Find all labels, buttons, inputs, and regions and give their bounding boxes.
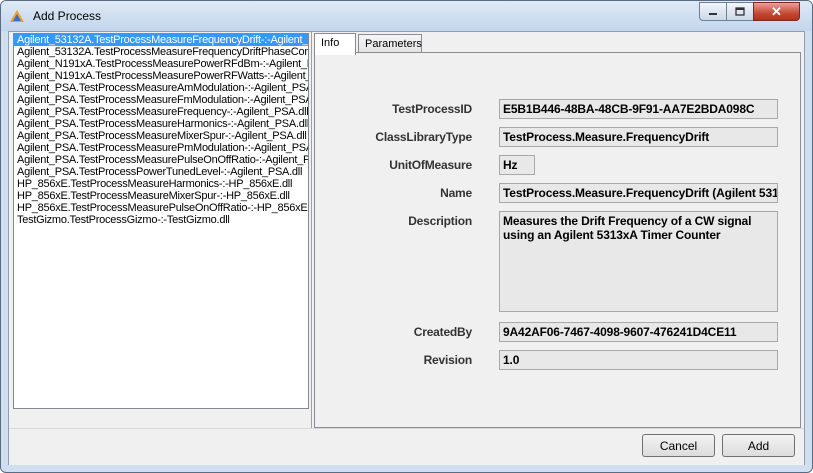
- description-label: Description: [408, 214, 472, 228]
- revision-label: Revision: [423, 353, 473, 367]
- list-item[interactable]: Agilent_PSA.TestProcessPowerTunedLevel-:…: [14, 166, 308, 178]
- test-process-id-label: TestProcessID: [392, 102, 472, 116]
- list-item[interactable]: Agilent_PSA.TestProcessMeasureHarmonics-…: [14, 118, 308, 130]
- close-icon: ✕: [771, 3, 782, 19]
- list-item[interactable]: Agilent_PSA.TestProcessMeasurePulseOnOff…: [14, 154, 308, 166]
- agilent-logo-icon: [10, 10, 24, 22]
- list-item[interactable]: Agilent_53132A.TestProcessMeasureFrequen…: [14, 46, 308, 58]
- tab-info[interactable]: Info: [314, 33, 356, 55]
- dialog-body: Agilent_53132A.TestProcessMeasureFrequen…: [8, 31, 805, 465]
- description-field[interactable]: Measures the Drift Frequency of a CW sig…: [499, 211, 778, 312]
- name-label: Name: [440, 186, 472, 200]
- title-bar[interactable]: Add Process ✕: [1, 1, 812, 31]
- add-process-window: Add Process ✕ Agilent_53132A.TestProcess…: [0, 0, 813, 473]
- list-item[interactable]: Agilent_N191xA.TestProcessMeasurePowerRF…: [14, 70, 308, 82]
- list-item[interactable]: Agilent_PSA.TestProcessMeasureAmModulati…: [14, 82, 308, 94]
- list-item[interactable]: HP_856xE.TestProcessMeasurePulseOnOffRat…: [14, 202, 308, 214]
- unit-of-measure-field[interactable]: Hz: [499, 155, 535, 175]
- list-item[interactable]: Agilent_PSA.TestProcessMeasureFrequency-…: [14, 106, 308, 118]
- close-button[interactable]: ✕: [753, 2, 800, 21]
- window-title: Add Process: [33, 9, 102, 23]
- process-list[interactable]: Agilent_53132A.TestProcessMeasureFrequen…: [13, 33, 309, 409]
- minimize-button[interactable]: [699, 2, 727, 21]
- list-item[interactable]: Agilent_PSA.TestProcessMeasurePmModulati…: [14, 142, 308, 154]
- list-item[interactable]: HP_856xE.TestProcessMeasureHarmonics-:-H…: [14, 178, 308, 190]
- list-item[interactable]: Agilent_PSA.TestProcessMeasureFmModulati…: [14, 94, 308, 106]
- unit-of-measure-label: UnitOfMeasure: [389, 158, 472, 172]
- test-process-id-field[interactable]: E5B1B446-48BA-48CB-9F91-AA7E2BDA098C: [499, 99, 778, 119]
- list-item[interactable]: HP_856xE.TestProcessMeasureMixerSpur-:-H…: [14, 190, 308, 202]
- list-item[interactable]: Agilent_N191xA.TestProcessMeasurePowerRF…: [14, 58, 308, 70]
- class-library-type-field[interactable]: TestProcess.Measure.FrequencyDrift: [499, 127, 778, 147]
- revision-field[interactable]: 1.0: [499, 350, 778, 370]
- maximize-icon: [735, 7, 745, 16]
- list-item[interactable]: Agilent_PSA.TestProcessMeasureMixerSpur-…: [14, 130, 308, 142]
- minimize-icon: [709, 12, 717, 15]
- tab-parameters[interactable]: Parameters: [358, 34, 422, 53]
- class-library-type-label: ClassLibraryType: [375, 130, 472, 144]
- created-by-field[interactable]: 9A42AF06-7467-4098-9607-476241D4CE11: [499, 322, 778, 342]
- list-item[interactable]: TestGizmo.TestProcessGizmo-:-TestGizmo.d…: [14, 214, 308, 226]
- name-field[interactable]: TestProcess.Measure.FrequencyDrift (Agil…: [499, 183, 778, 203]
- created-by-label: CreatedBy: [413, 325, 472, 339]
- list-item[interactable]: Agilent_53132A.TestProcessMeasureFrequen…: [14, 34, 308, 46]
- info-panel: TestProcessID E5B1B446-48BA-48CB-9F91-AA…: [314, 52, 801, 428]
- add-button[interactable]: Add: [722, 434, 795, 457]
- maximize-button[interactable]: [726, 2, 754, 21]
- cancel-button[interactable]: Cancel: [642, 434, 715, 457]
- button-bar: Cancel Add: [9, 428, 804, 465]
